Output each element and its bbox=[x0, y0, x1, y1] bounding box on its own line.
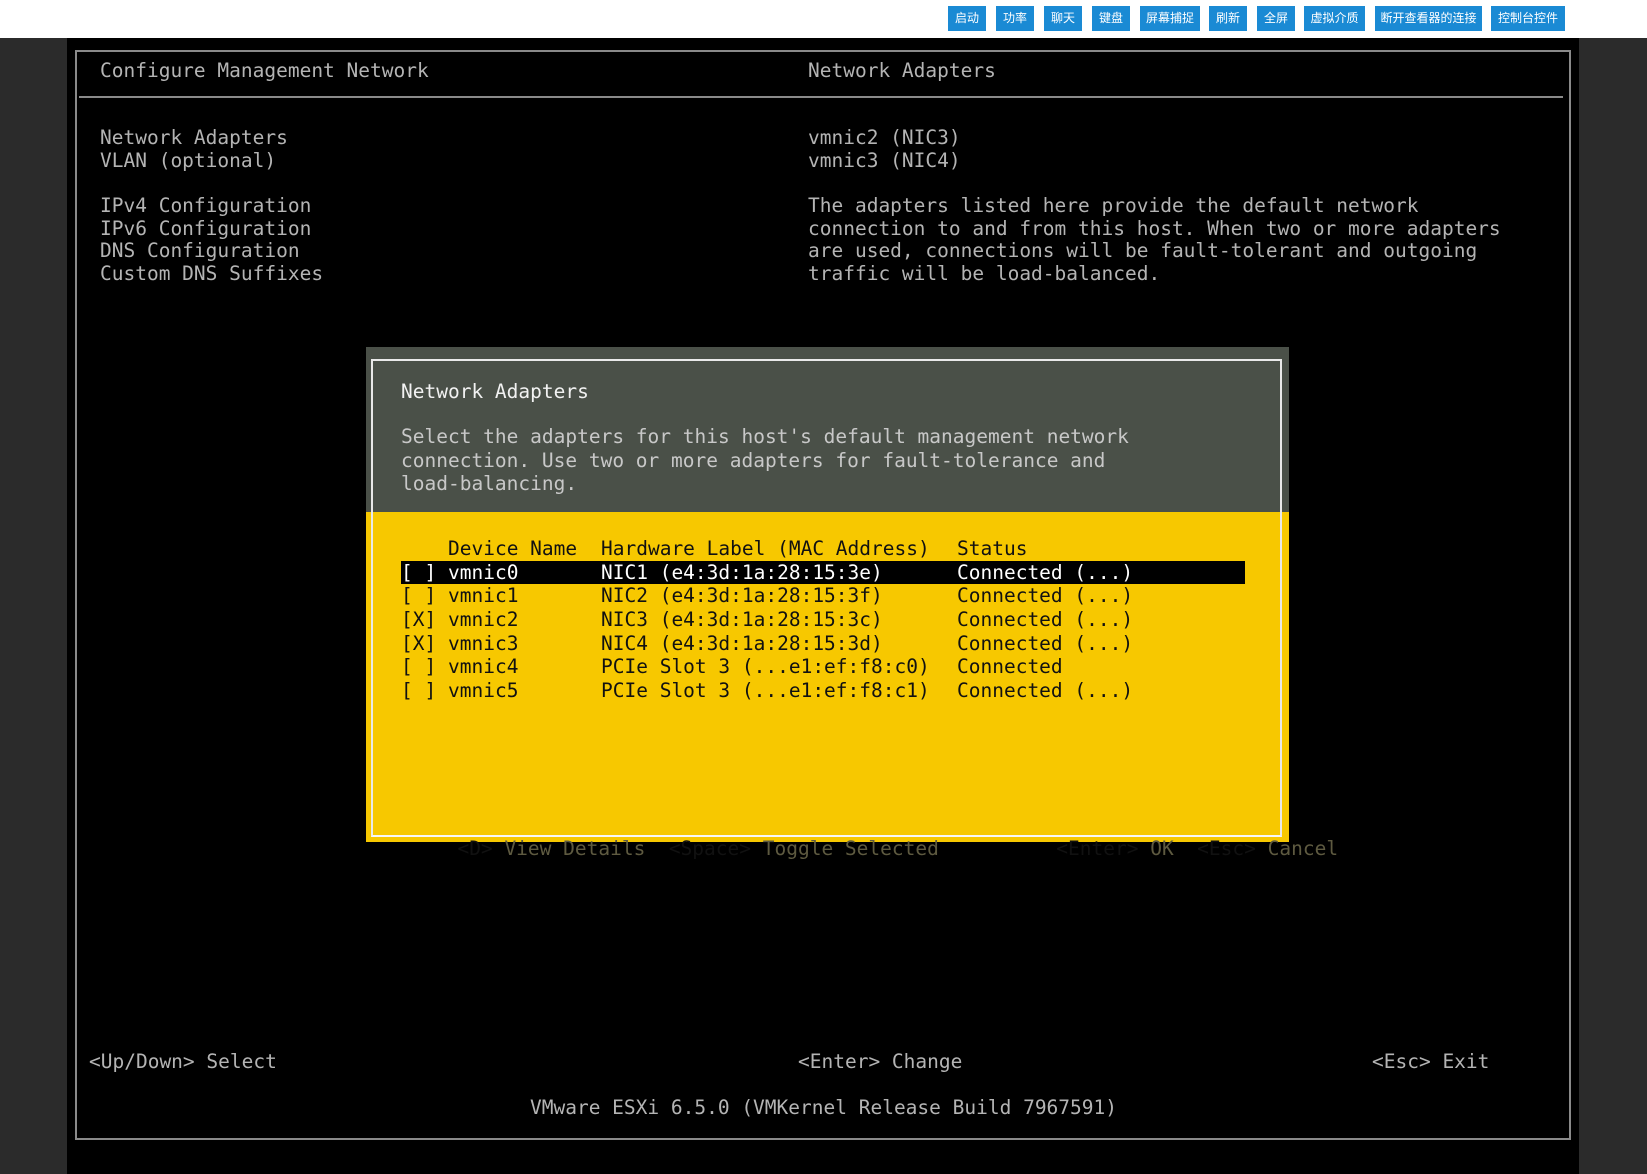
table-row[interactable]: [ ] vmnic5 PCIe Slot 3 (...e1:ef:f8:c1) … bbox=[401, 679, 1245, 703]
view-details-key: <D> bbox=[457, 836, 493, 860]
column-header-hardware: Hardware Label (MAC Address) bbox=[601, 537, 930, 560]
table-row[interactable]: [ ] vmnic1 NIC2 (e4:3d:1a:28:15:3f) Conn… bbox=[401, 584, 1245, 608]
dialog-title: Network Adapters bbox=[401, 380, 589, 403]
view-details-hint[interactable]: <D> View Details bbox=[457, 837, 645, 860]
column-header-status: Status bbox=[957, 537, 1028, 560]
network-adapters-dialog: Network Adapters Select the adapters for… bbox=[366, 347, 1338, 860]
row-device: vmnic4 bbox=[448, 655, 519, 679]
console-toolbar: 启动 功率 聊天 键盘 屏幕捕捉 刷新 全屏 虚拟介质 断开查看器的连接 控制台… bbox=[0, 0, 1647, 38]
ok-key: <Enter> bbox=[1056, 836, 1139, 860]
description-line: load-balancing. bbox=[401, 472, 578, 496]
adapter-vmnic2: vmnic2 (NIC3) bbox=[808, 126, 961, 149]
menu-item-dns-suffixes[interactable]: Custom DNS Suffixes bbox=[100, 262, 323, 286]
row-hardware-label: NIC3 (e4:3d:1a:28:15:3c) bbox=[601, 608, 883, 632]
header-divider bbox=[79, 96, 1563, 98]
row-checkbox[interactable]: [ ] bbox=[401, 655, 436, 679]
chat-button[interactable]: 聊天 bbox=[1044, 6, 1082, 31]
cancel-key: <Esc> bbox=[1197, 836, 1256, 860]
remote-console[interactable]: Configure Management Network Network Ada… bbox=[67, 38, 1579, 1174]
row-hardware-label: NIC4 (e4:3d:1a:28:15:3d) bbox=[601, 631, 883, 655]
dialog-description: Select the adapters for this host's defa… bbox=[401, 425, 1129, 496]
help-text-line: are used, connections will be fault-tole… bbox=[808, 239, 1478, 262]
start-button[interactable]: 启动 bbox=[948, 6, 986, 31]
description-line: connection. Use two or more adapters for… bbox=[401, 448, 1106, 472]
footer-change: <Enter> Change bbox=[798, 1050, 963, 1073]
screen-capture-button[interactable]: 屏幕捕捉 bbox=[1140, 6, 1200, 31]
toggle-key: <Space> bbox=[668, 836, 751, 860]
row-status: Connected (...) bbox=[957, 679, 1134, 703]
menu-item-ipv4[interactable]: IPv4 Configuration bbox=[100, 194, 311, 218]
row-status: Connected (...) bbox=[957, 584, 1134, 608]
row-status: Connected bbox=[957, 655, 1063, 679]
row-checkbox[interactable]: [ ] bbox=[401, 561, 436, 585]
row-hardware-label: NIC2 (e4:3d:1a:28:15:3f) bbox=[601, 584, 883, 608]
menu-item-dns[interactable]: DNS Configuration bbox=[100, 239, 300, 263]
refresh-button[interactable]: 刷新 bbox=[1209, 6, 1247, 31]
left-title: Configure Management Network bbox=[100, 59, 429, 82]
menu-item-network-adapters[interactable]: Network Adapters bbox=[100, 126, 288, 150]
console-controls-button[interactable]: 控制台控件 bbox=[1491, 6, 1565, 31]
adapter-table: Device Name Hardware Label (MAC Address)… bbox=[401, 537, 1245, 703]
right-title: Network Adapters bbox=[808, 59, 996, 82]
row-hardware-label: PCIe Slot 3 (...e1:ef:f8:c0) bbox=[601, 655, 930, 679]
row-checkbox[interactable]: [ ] bbox=[401, 679, 436, 703]
row-status: Connected (...) bbox=[957, 631, 1134, 655]
row-device: vmnic5 bbox=[448, 679, 519, 703]
row-device: vmnic0 bbox=[448, 560, 519, 584]
view-details-label: View Details bbox=[504, 836, 646, 860]
footer-select: <Up/Down> Select bbox=[89, 1050, 277, 1073]
table-row[interactable]: [X] vmnic3 NIC4 (e4:3d:1a:28:15:3d) Conn… bbox=[401, 632, 1245, 656]
virtual-media-button[interactable]: 虚拟介质 bbox=[1304, 6, 1365, 31]
cancel-hint[interactable]: <Esc> Cancel bbox=[1197, 837, 1338, 860]
dialog-key-hints: <D> View Details <Space> Toggle Selected… bbox=[387, 813, 1338, 884]
disconnect-viewer-button[interactable]: 断开查看器的连接 bbox=[1375, 6, 1482, 31]
table-row[interactable]: [ ] vmnic0 NIC1 (e4:3d:1a:28:15:3e) Conn… bbox=[401, 560, 1245, 585]
row-status: Connected (...) bbox=[957, 608, 1134, 632]
adapter-vmnic3: vmnic3 (NIC4) bbox=[808, 149, 961, 172]
help-text-line: The adapters listed here provide the def… bbox=[808, 194, 1419, 217]
table-row[interactable]: [X] vmnic2 NIC3 (e4:3d:1a:28:15:3c) Conn… bbox=[401, 608, 1245, 632]
fullscreen-button[interactable]: 全屏 bbox=[1257, 6, 1295, 31]
ok-hint[interactable]: <Enter> OK bbox=[1056, 837, 1173, 860]
row-hardware-label: NIC1 (e4:3d:1a:28:15:3e) bbox=[601, 560, 883, 584]
row-checkbox[interactable]: [ ] bbox=[401, 584, 436, 608]
version-text: VMware ESXi 6.5.0 (VMKernel Release Buil… bbox=[530, 1096, 1117, 1119]
row-device: vmnic3 bbox=[448, 631, 519, 655]
toggle-label: Toggle Selected bbox=[762, 836, 939, 860]
table-row[interactable]: [ ] vmnic4 PCIe Slot 3 (...e1:ef:f8:c0) … bbox=[401, 655, 1245, 679]
column-header-device: Device Name bbox=[448, 537, 578, 560]
help-text-line: connection to and from this host. When t… bbox=[808, 217, 1501, 240]
description-line: Select the adapters for this host's defa… bbox=[401, 425, 1129, 448]
help-text-line: traffic will be load-balanced. bbox=[808, 262, 1161, 285]
row-device: vmnic2 bbox=[448, 608, 519, 632]
menu-item-vlan[interactable]: VLAN (optional) bbox=[100, 149, 276, 173]
row-hardware-label: PCIe Slot 3 (...e1:ef:f8:c1) bbox=[601, 679, 930, 703]
row-checkbox[interactable]: [X] bbox=[401, 632, 436, 656]
cancel-label: Cancel bbox=[1267, 836, 1339, 860]
footer-exit: <Esc> Exit bbox=[1372, 1050, 1490, 1073]
toggle-selected-hint[interactable]: <Space> Toggle Selected bbox=[669, 837, 939, 860]
ok-label: OK bbox=[1150, 836, 1174, 860]
menu-item-ipv6[interactable]: IPv6 Configuration bbox=[100, 217, 311, 241]
row-device: vmnic1 bbox=[448, 584, 519, 608]
power-button[interactable]: 功率 bbox=[996, 6, 1034, 31]
keyboard-button[interactable]: 键盘 bbox=[1092, 6, 1130, 31]
row-status: Connected (...) bbox=[957, 560, 1134, 584]
table-header: Device Name Hardware Label (MAC Address)… bbox=[401, 537, 1245, 561]
row-checkbox[interactable]: [X] bbox=[401, 608, 436, 632]
